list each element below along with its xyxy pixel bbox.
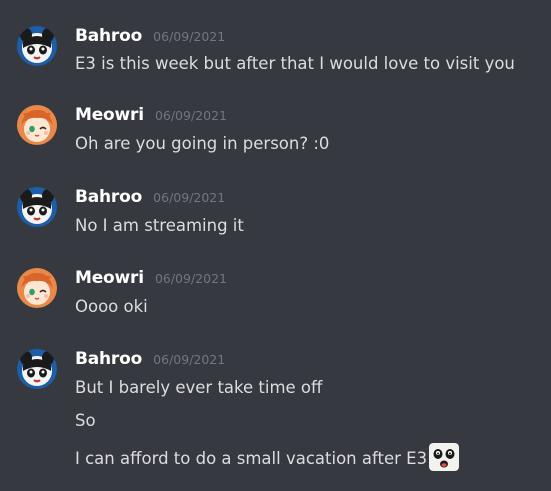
message-text: So — [75, 411, 96, 430]
message-text-with-emoji: I can afford to do a small vacation afte… — [75, 443, 460, 471]
message-text: E3 is this week but after that I would l… — [75, 54, 515, 73]
username[interactable]: Bahroo — [75, 187, 142, 207]
chat-messages: Bahroo 06/09/2021 E3 is this week but af… — [0, 0, 551, 491]
panda-face-emoji-icon[interactable] — [429, 443, 460, 471]
timestamp: 06/09/2021 — [153, 29, 226, 44]
timestamp: 06/09/2021 — [154, 271, 227, 286]
panda-avatar-icon[interactable] — [17, 349, 57, 389]
username[interactable]: Bahroo — [75, 26, 142, 46]
message-text: Oh are you going in person? :0 — [75, 134, 330, 153]
message-header: Bahroo 06/09/2021 — [75, 349, 225, 371]
timestamp: 06/09/2021 — [154, 108, 227, 123]
username[interactable]: Meowri — [75, 268, 144, 288]
message-text: I can afford to do a small vacation afte… — [75, 449, 428, 468]
message-header: Meowri 06/09/2021 — [75, 105, 227, 127]
message-text: Oooo oki — [75, 297, 148, 316]
message-text: But I barely ever take time off — [75, 378, 323, 397]
timestamp: 06/09/2021 — [153, 190, 226, 205]
timestamp: 06/09/2021 — [153, 352, 226, 367]
panda-avatar-icon[interactable] — [17, 26, 57, 66]
message-text: No I am streaming it — [75, 216, 244, 235]
message-header: Bahroo 06/09/2021 — [75, 26, 225, 48]
catgirl-avatar-icon[interactable] — [17, 105, 57, 145]
message-header: Bahroo 06/09/2021 — [75, 187, 225, 209]
username[interactable]: Bahroo — [75, 349, 142, 369]
message-header: Meowri 06/09/2021 — [75, 268, 227, 290]
username[interactable]: Meowri — [75, 105, 144, 125]
panda-avatar-icon[interactable] — [17, 187, 57, 227]
catgirl-avatar-icon[interactable] — [17, 268, 57, 308]
